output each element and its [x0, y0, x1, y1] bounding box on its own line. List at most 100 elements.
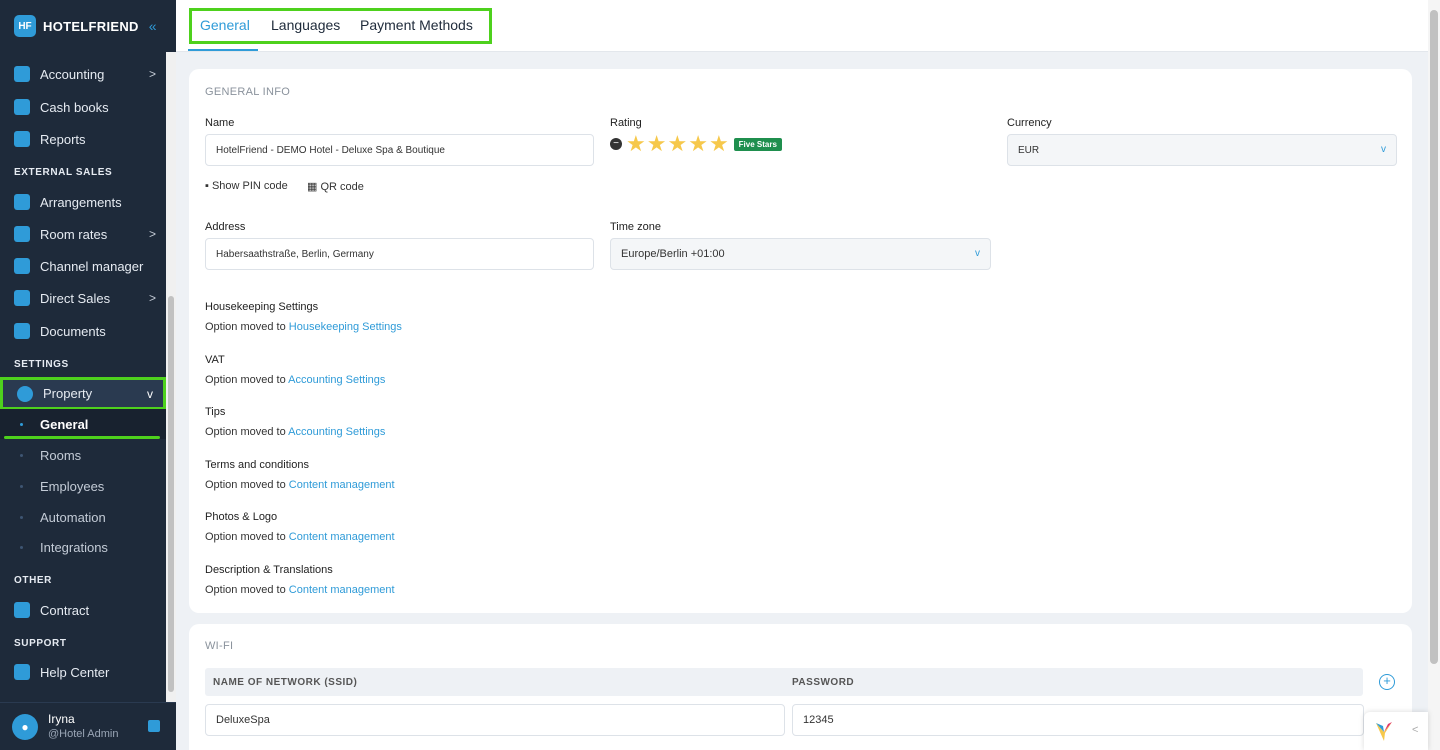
show-pin-link[interactable]: ▪ Show PIN code — [205, 180, 288, 192]
sidebar-item-label: Room rates — [40, 226, 108, 242]
add-network-icon[interactable]: + — [1379, 674, 1395, 690]
moved-text: Option moved to — [205, 479, 286, 491]
chat-logo-icon — [1376, 722, 1392, 741]
bullet-icon — [20, 515, 23, 519]
sidebar-item-label: Direct Sales — [40, 290, 111, 306]
sidebar-sub-automation[interactable]: Automation — [0, 502, 166, 532]
book-icon — [14, 99, 30, 115]
star-icon[interactable]: ★ — [626, 133, 646, 155]
headset-icon — [14, 664, 30, 680]
sidebar-item-arrangements[interactable]: Arrangements — [0, 186, 166, 218]
tab-general[interactable]: General — [200, 17, 250, 33]
sidebar-item-label: Accounting — [40, 66, 105, 82]
star-icon[interactable]: ★ — [709, 133, 729, 155]
sidebar-sub-rooms[interactable]: Rooms — [0, 440, 166, 470]
timezone-label: Time zone — [610, 221, 661, 233]
sidebar-sub-integrations[interactable]: Integrations — [0, 532, 166, 562]
wifi-table-header: NAME OF NETWORK (SSID) PASSWORD — [205, 668, 1363, 696]
sidebar-item-documents[interactable]: Documents — [0, 315, 166, 347]
ssid-field[interactable]: DeluxeSpa — [205, 704, 785, 736]
main-scrollbar-thumb[interactable] — [1430, 10, 1438, 664]
section-terms: Terms and conditions — [205, 459, 309, 471]
star-icon[interactable]: ★ — [667, 133, 687, 155]
name-field[interactable]: HotelFriend - DEMO Hotel - Deluxe Spa & … — [205, 134, 594, 166]
chevron-right-icon: > — [148, 67, 156, 81]
moved-text: Option moved to — [205, 374, 286, 386]
gear-icon — [17, 385, 33, 402]
sidebar-sub-label: General — [40, 416, 89, 432]
sidebar-item-channel-manager[interactable]: Channel manager — [0, 250, 166, 282]
chart-icon — [14, 226, 30, 242]
card-title: GENERAL INFO — [205, 86, 291, 98]
sidebar-item-room-rates[interactable]: Room rates > — [0, 218, 166, 250]
tab-bar: General Languages Payment Methods — [176, 0, 1428, 52]
tab-languages[interactable]: Languages — [271, 17, 340, 33]
currency-select[interactable]: EUR v — [1007, 134, 1397, 166]
sidebar-item-direct-sales[interactable]: Direct Sales > — [0, 282, 166, 314]
remove-rating-icon[interactable]: − — [610, 138, 622, 150]
content-management-link[interactable]: Content management — [289, 584, 395, 596]
content-management-link[interactable]: Content management — [289, 531, 395, 543]
active-item-underline — [4, 436, 160, 439]
sidebar-item-property[interactable]: Property v — [0, 377, 166, 410]
sidebar-scrollbar-thumb[interactable] — [168, 296, 174, 692]
timezone-select[interactable]: Europe/Berlin +01:00 v — [610, 238, 991, 270]
moved-text: Option moved to — [205, 426, 286, 438]
moved-housekeeping: Option moved to Housekeeping Settings — [205, 321, 402, 333]
main-scrollbar[interactable] — [1428, 0, 1440, 750]
moved-text: Option moved to — [205, 321, 286, 333]
password-field[interactable]: 12345 — [792, 704, 1364, 736]
sidebar-item-help-center[interactable]: Help Center — [0, 656, 166, 688]
address-field[interactable]: Habersaathstraße, Berlin, Germany — [205, 238, 594, 270]
avatar[interactable]: ● — [12, 713, 38, 740]
sidebar-item-label: Arrangements — [40, 194, 122, 210]
sidebar-item-contract[interactable]: Contract — [0, 594, 166, 626]
sidebar-nav: Accounting > Cash books Reports EXTERNAL… — [0, 52, 166, 702]
section-housekeeping: Housekeeping Settings — [205, 301, 319, 313]
chat-widget[interactable]: < — [1364, 712, 1428, 750]
housekeeping-settings-link[interactable]: Housekeeping Settings — [289, 321, 402, 333]
accounting-settings-link[interactable]: Accounting Settings — [288, 426, 385, 438]
moved-description: Option moved to Content management — [205, 584, 395, 596]
star-icon[interactable]: ★ — [688, 133, 708, 155]
sidebar-item-label: Property — [43, 386, 93, 401]
sidebar-item-label: Cash books — [40, 99, 109, 115]
user-role: @Hotel Admin — [48, 727, 119, 740]
general-info-card: GENERAL INFO Name HotelFriend - DEMO Hot… — [189, 69, 1412, 613]
sidebar-scrollbar[interactable] — [166, 52, 176, 702]
bullet-icon — [20, 453, 23, 457]
bullet-icon — [20, 484, 23, 488]
sidebar-sub-employees[interactable]: Employees — [0, 471, 166, 501]
section-tips: Tips — [205, 406, 226, 418]
tab-payment-methods[interactable]: Payment Methods — [360, 17, 473, 33]
moved-vat: Option moved to Accounting Settings — [205, 374, 385, 386]
collapse-sidebar-icon[interactable]: « — [149, 18, 157, 34]
moved-tips: Option moved to Accounting Settings — [205, 426, 385, 438]
rating-badge: Five Stars — [733, 137, 782, 151]
chevron-down-icon: v — [1381, 144, 1386, 155]
chevron-down-icon: v — [975, 248, 980, 259]
qr-icon: ▦ — [307, 181, 318, 193]
accounting-settings-link[interactable]: Accounting Settings — [288, 374, 385, 386]
address-label: Address — [205, 221, 246, 233]
active-tab-underline — [188, 49, 258, 51]
sidebar-item-label: Contract — [40, 602, 90, 618]
sidebar-item-cash-books[interactable]: Cash books — [0, 91, 166, 123]
qr-code-link[interactable]: ▦ QR code — [307, 180, 364, 193]
sidebar-item-reports[interactable]: Reports — [0, 123, 166, 155]
hotelfriend-logo-icon: HF — [14, 15, 36, 37]
channel-icon — [14, 258, 30, 274]
sidebar-sub-general[interactable]: General — [0, 409, 166, 439]
card-title: WI-FI — [205, 640, 234, 652]
chevron-left-icon[interactable]: < — [1412, 724, 1418, 736]
sidebar-sub-label: Employees — [40, 478, 105, 494]
sidebar-item-accounting[interactable]: Accounting > — [0, 58, 166, 90]
timezone-value: Europe/Berlin +01:00 — [621, 248, 725, 260]
star-icon[interactable]: ★ — [647, 133, 667, 155]
logout-icon[interactable] — [148, 720, 160, 732]
sidebar-sub-label: Automation — [40, 509, 106, 525]
qr-code-label: QR code — [320, 181, 364, 193]
wifi-card: WI-FI NAME OF NETWORK (SSID) PASSWORD + … — [189, 624, 1412, 750]
content-management-link[interactable]: Content management — [289, 479, 395, 491]
moved-photos: Option moved to Content management — [205, 531, 395, 543]
